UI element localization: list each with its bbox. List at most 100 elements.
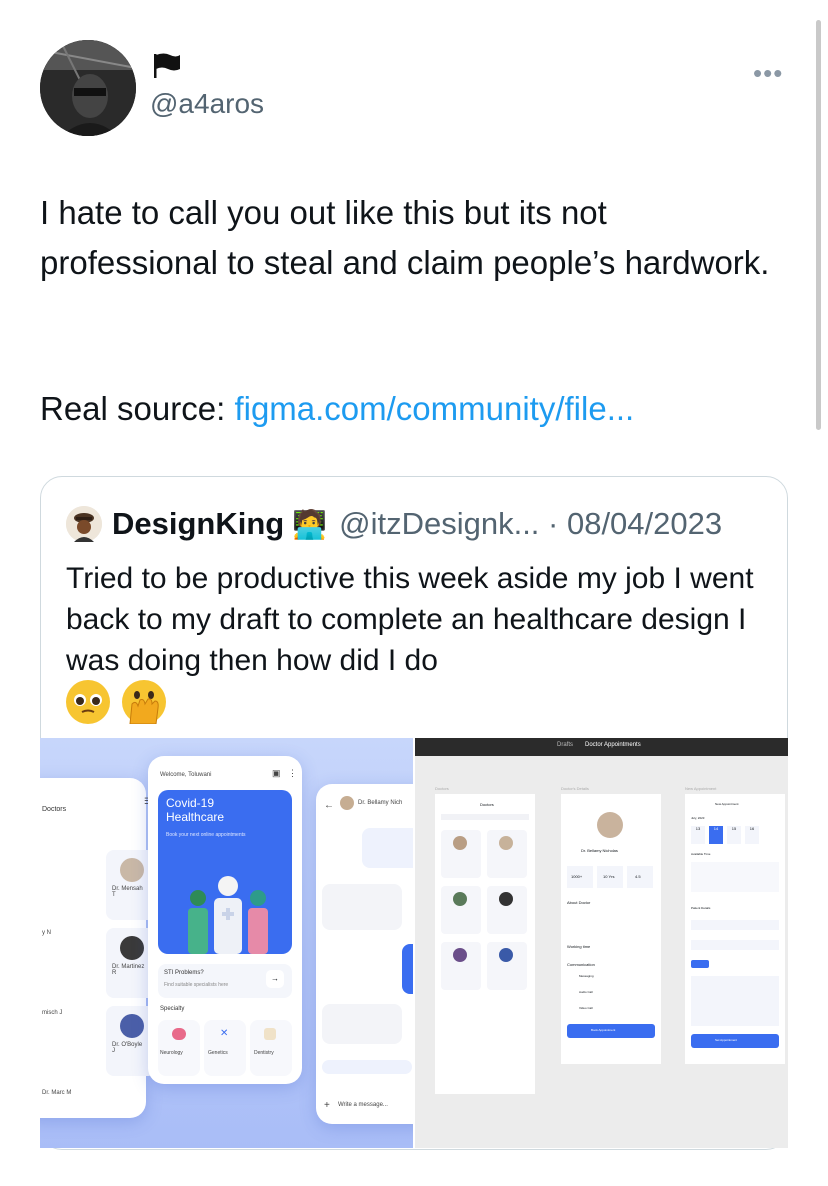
doctor-avatar	[499, 892, 513, 906]
chat-bubble	[322, 1004, 402, 1044]
dna-icon: ✕	[220, 1028, 229, 1039]
tweet-media[interactable]: Doctors ☰ Dr. Mensah T Dr. Martinez R Dr…	[40, 738, 788, 1148]
specialty-label: Dentistry	[254, 1050, 274, 1056]
quoted-tweet-text: Tried to be productive this week aside m…	[66, 562, 754, 677]
doctors-title: Doctors	[42, 806, 67, 813]
figma-canvas-image[interactable]: Drafts Doctor Appointments Doctors Docto…	[415, 738, 788, 1148]
stat-value: 10 Yrs	[603, 874, 615, 879]
specialty-title: Specialty	[160, 1006, 185, 1012]
chat-phone: ← Dr. Bellamy Nich + Write a message...	[316, 784, 413, 1124]
name-field[interactable]	[691, 920, 779, 930]
doctor-name: Dr. Martinez R	[112, 964, 145, 976]
comm-item[interactable]: Messaging	[579, 974, 594, 978]
chat-avatar	[340, 796, 354, 810]
tweet-source-line: Real source: figma.com/community/file...	[40, 384, 634, 434]
communication-heading: Communication	[567, 962, 595, 967]
day-cell[interactable]: 16	[745, 826, 759, 844]
quoted-author-name[interactable]: DesignKing	[112, 506, 284, 542]
doctor-name-partial: Dr. Marc M	[42, 1090, 72, 1096]
frame-label: New Appointment	[685, 786, 717, 791]
calendar-icon[interactable]: ▣	[272, 768, 281, 779]
sti-title: STI Problems?	[164, 970, 204, 976]
technologist-emoji-icon: 🧑‍💻	[292, 508, 328, 540]
doctor-avatar	[453, 892, 467, 906]
add-icon[interactable]: +	[324, 1100, 330, 1111]
age-field[interactable]	[691, 940, 779, 950]
about-heading: About Doctor	[567, 900, 591, 905]
banner-title: Covid-19 Healthcare	[166, 796, 225, 824]
day-cell[interactable]: 15	[727, 826, 741, 844]
banner-subtitle: Book your next online appointments	[166, 832, 246, 838]
doctor-details-frame[interactable]: Dr. Bellamy Nicholas 1000+ 10 Yrs 4.5 Ab…	[561, 794, 661, 1064]
tweet-text: I hate to call you out like this but its…	[40, 194, 770, 281]
chat-doctor-name: Dr. Bellamy Nich	[358, 800, 403, 806]
doctor-avatar	[499, 836, 513, 850]
pleading-face-emoji-icon	[66, 680, 110, 724]
welcome-text: Welcome, Toluwani	[160, 772, 212, 778]
search-input[interactable]	[441, 814, 529, 820]
black-flag-icon	[152, 52, 182, 78]
breadcrumb-drafts[interactable]: Drafts	[557, 742, 573, 748]
month-label: July, 2023	[691, 816, 705, 820]
problem-textarea[interactable]	[691, 976, 779, 1026]
doctor-name-partial: y N	[42, 930, 51, 936]
face-with-hand-over-mouth-emoji-icon	[122, 680, 166, 725]
doctor-photo	[597, 812, 623, 838]
doctors-list-phone: Doctors ☰ Dr. Mensah T Dr. Martinez R Dr…	[40, 778, 156, 1118]
arrow-right-icon[interactable]: →	[266, 970, 284, 988]
breadcrumb-file[interactable]: Doctor Appointments	[585, 742, 641, 748]
doctor-avatar	[120, 936, 144, 960]
doctors-frame-title: Doctors	[480, 802, 494, 807]
chat-bubble	[322, 884, 402, 930]
set-appointment-label: Set Appointment	[715, 1038, 738, 1042]
available-time-heading: Available Time	[691, 852, 711, 856]
patient-details-heading: Patient Details	[691, 906, 711, 910]
doctor-name: Dr. Mensah T	[112, 886, 143, 898]
frame-label: Doctors	[435, 786, 449, 791]
doctor-avatar	[453, 948, 467, 962]
time-slots[interactable]	[691, 862, 779, 892]
day-cell-selected[interactable]: 14	[709, 826, 723, 844]
home-phone: Welcome, Toluwani ▣ ⋮ Covid-19 Healthcar…	[148, 756, 302, 1084]
sti-subtitle: Find suitable specialists here	[164, 982, 229, 988]
specialty-label: Neurology	[160, 1050, 183, 1056]
source-link[interactable]: figma.com/community/file...	[234, 390, 634, 427]
stat-value: 4.5	[635, 874, 641, 879]
doctors-frame[interactable]: Doctors	[435, 794, 535, 1094]
doctor-detail-name: Dr. Bellamy Nicholas	[581, 848, 618, 853]
comm-item[interactable]: Audio Call	[579, 990, 593, 994]
doctor-avatar	[453, 836, 467, 850]
new-appointment-frame[interactable]: New Appointment July, 2023 13 14 15 16 A…	[685, 794, 785, 1064]
stat-value: 1000+	[571, 874, 583, 879]
day-cell[interactable]: 13	[691, 826, 705, 844]
working-time-heading: Working time	[567, 944, 591, 949]
back-arrow-icon: ←	[324, 800, 334, 811]
author-avatar[interactable]	[40, 40, 136, 136]
doctor-name: Dr. O'Boyle J	[112, 1042, 143, 1054]
doctor-avatar	[499, 948, 513, 962]
doctor-avatar	[120, 1014, 144, 1038]
book-appointment-label: Book Appointment	[591, 1028, 616, 1032]
gender-option-selected[interactable]	[691, 960, 709, 968]
more-vertical-icon[interactable]: ⋮	[288, 768, 297, 779]
chat-bubble-blue	[402, 944, 413, 994]
mobile-mockup-image[interactable]: Doctors ☰ Dr. Mensah T Dr. Martinez R Dr…	[40, 738, 413, 1148]
frame-label: Doctor's Details	[561, 786, 589, 791]
message-input[interactable]: Write a message...	[338, 1102, 388, 1108]
quoted-tweet-header: DesignKing 🧑‍💻 @itzDesignk... · 08/04/20…	[66, 504, 722, 544]
chat-bubble	[362, 828, 413, 868]
author-handle[interactable]: @a4aros	[150, 88, 264, 120]
audio-message[interactable]	[322, 1060, 412, 1074]
more-options-button[interactable]: •••	[753, 58, 783, 89]
scrollbar[interactable]	[816, 20, 821, 430]
doctor-name-partial: misch J	[42, 1010, 63, 1016]
brain-icon	[172, 1028, 186, 1040]
comm-item[interactable]: Video Call	[579, 1006, 593, 1010]
emoji-row	[66, 680, 166, 725]
tooth-icon	[264, 1028, 276, 1040]
healthcare-workers-illustration	[188, 876, 268, 954]
quoted-author-avatar[interactable]	[66, 506, 102, 542]
doctor-avatar	[120, 858, 144, 882]
new-appointment-title: New Appointment	[715, 802, 739, 806]
source-prefix: Real source:	[40, 390, 235, 427]
